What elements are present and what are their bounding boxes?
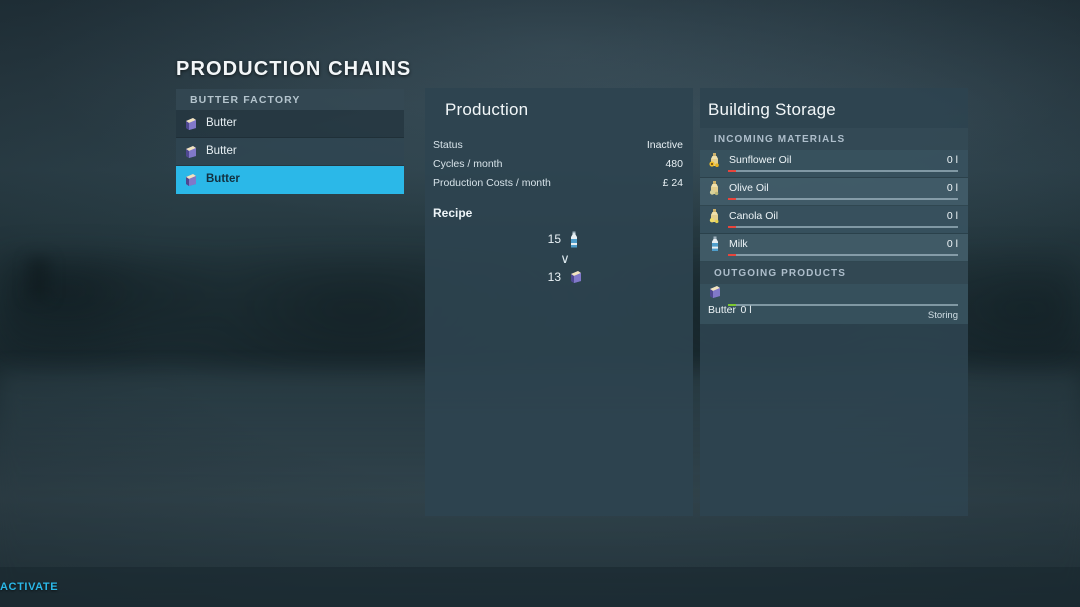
activate-button[interactable]: ACTIVATE [0,581,58,593]
milk-bottle-icon [708,236,722,252]
milk-bottle-icon [569,231,583,248]
outgoing-products-header: OUTGOING PRODUCTS [700,262,968,284]
butter-icon [184,116,198,132]
stat-value: Inactive [646,139,683,151]
chain-row[interactable]: Butter [176,110,404,138]
incoming-materials-header: INCOMING MATERIALS [700,128,968,150]
production-chains-list: BUTTER FACTORY Butter Butter Butter [176,89,404,194]
storage-item-name: Canola Oil [729,210,779,222]
storage-item-amount: 0 l [946,182,958,194]
storage-item-name: Olive Oil [729,182,769,194]
production-panel-title: Production [445,100,529,119]
stat-value: £ 24 [662,177,683,189]
chain-row[interactable]: Butter [176,138,404,166]
production-stats: Status Inactive Cycles / month 480 Produ… [433,138,683,195]
fill-level [728,303,736,306]
fill-level [728,197,736,200]
storage-panel-title: Building Storage [708,100,836,119]
fill-level [728,169,736,172]
fill-bar [728,169,958,172]
chain-row-label: Butter [206,116,237,129]
olive-oil-icon [708,180,722,196]
chain-row-selected[interactable]: Butter [176,166,404,194]
stat-label: Cycles / month [433,158,503,170]
stat-label: Status [433,139,463,151]
fill-bar [728,253,958,256]
canola-oil-icon [708,208,722,224]
storage-item-amount: 0 l [946,154,958,166]
fill-bar [728,303,958,306]
recipe-diagram: 15 ∨ 13 [425,231,693,285]
fill-bar [728,197,958,200]
chain-row-label: Butter [206,173,240,186]
production-panel: Production Status Inactive Cycles / mont… [425,88,693,516]
storage-row-olive-oil[interactable]: Olive Oil 0 l [700,178,968,206]
building-storage-panel: Building Storage INCOMING MATERIALS Sunf… [700,88,968,516]
storage-item-amount: 0 l [946,238,958,250]
chain-row-label: Butter [206,144,237,157]
sunflower-oil-icon [708,152,722,168]
fill-bar [728,225,958,228]
chain-group-header: BUTTER FACTORY [176,89,404,110]
butter-icon [184,172,198,188]
recipe-output-quantity: 13 [547,270,561,284]
storage-row-butter[interactable]: Butter 0 l Storing [700,284,968,324]
stat-value: 480 [665,158,683,170]
stat-row-status: Status Inactive [433,138,683,157]
butter-icon [708,284,958,300]
butter-icon [569,269,583,285]
footer-bar: ACTIVATE [0,567,1080,607]
storage-body: INCOMING MATERIALS Sunflower Oil 0 l Oli… [700,128,968,324]
storage-item-status: Storing [927,310,958,321]
storage-row-milk[interactable]: Milk 0 l [700,234,968,262]
recipe-input-quantity: 15 [547,232,561,246]
game-menu-screen: PRODUCTION CHAINS BUTTER FACTORY Butter [0,0,1080,607]
fill-level [728,253,736,256]
stat-row-costs: Production Costs / month £ 24 [433,176,683,195]
storage-row-sunflower-oil[interactable]: Sunflower Oil 0 l [700,150,968,178]
stat-label: Production Costs / month [433,177,551,189]
recipe-output: 13 [509,269,609,285]
recipe-input: 15 [509,231,609,248]
recipe-heading: Recipe [433,206,473,220]
stat-row-cycles: Cycles / month 480 [433,157,683,176]
storage-item-name: Sunflower Oil [729,154,792,166]
butter-icon [184,144,198,160]
fill-level [728,225,736,228]
recipe-arrow-icon: ∨ [560,251,570,266]
storage-row-canola-oil[interactable]: Canola Oil 0 l [700,206,968,234]
storage-item-amount: 0 l [946,210,958,222]
page-title: PRODUCTION CHAINS [176,58,412,80]
storage-item-name: Milk [729,238,748,250]
